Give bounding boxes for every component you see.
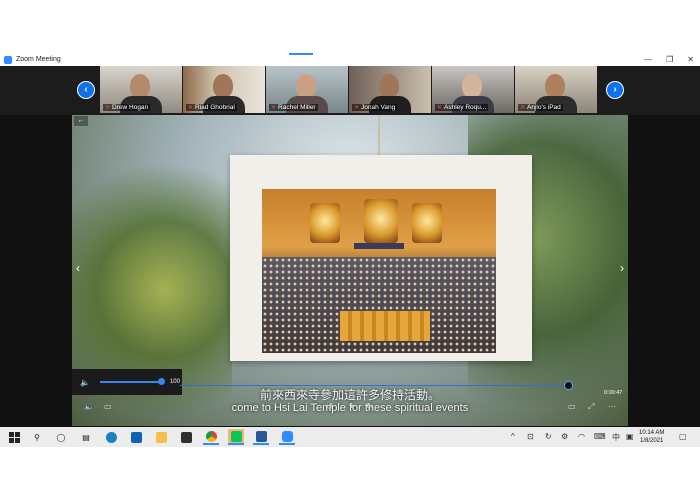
temple-banner	[354, 243, 404, 249]
skip-forward-icon[interactable]: ↻	[366, 402, 373, 411]
cortana-icon[interactable]: ◯	[53, 429, 69, 445]
participant-tile[interactable]: ✕ Rachel Miller	[266, 66, 348, 113]
mic-muted-icon: ✕	[105, 105, 111, 111]
participant-face	[296, 74, 316, 98]
keyboard-tray-icon[interactable]: ⌨	[594, 432, 606, 441]
volume-slider[interactable]	[99, 378, 165, 385]
task-view-icon[interactable]: ▤	[78, 429, 94, 445]
clock-date: 1/8/2021	[640, 438, 664, 444]
buddha-shrine-center	[364, 199, 398, 243]
participant-tile[interactable]: ✕ Riad Ghobrial	[183, 66, 265, 113]
monastics-row	[340, 311, 430, 341]
search-icon[interactable]: ⚲	[29, 429, 45, 445]
participant-name: Anjlo's iPad	[527, 104, 561, 111]
participant-name-label: ✕ Ashley Roqu...	[435, 104, 489, 111]
participant-face	[130, 74, 150, 98]
windows-taskbar: ⚲ ◯ ▤ ^ ⊡ ↻ ⚙ ◠ ⌨ 中 ▣ 10:14 AM 1/8/2021 …	[0, 427, 700, 447]
hanging-string	[378, 115, 380, 157]
buddha-shrine-left	[310, 203, 340, 243]
participant-name-label: ✕ Anjlo's iPad	[518, 104, 563, 111]
mail-icon[interactable]	[128, 429, 144, 445]
participant-gallery: ‹ ✕ Drew Hogan ✕ Riad Ghobrial ✕ Rachel Mil…	[0, 66, 700, 115]
participant-name: Rachel Miller	[278, 104, 316, 111]
fullscreen-icon[interactable]: ⤢	[588, 402, 594, 412]
volume-icon[interactable]: 🔈	[84, 402, 94, 411]
participant-face	[462, 74, 482, 98]
word-icon[interactable]	[253, 429, 269, 445]
chrome-icon[interactable]	[203, 429, 219, 445]
miniplayer-icon[interactable]: ▭	[568, 402, 576, 411]
participant-tile[interactable]: ✕ Ashley Roqu...	[432, 66, 514, 113]
ime-indicator[interactable]: 中	[612, 432, 620, 443]
participant-name-label: ✕ Rachel Miller	[269, 104, 318, 111]
mic-muted-icon: ✕	[520, 105, 526, 111]
player-controls: 🔈 ▭ ↺ ⏸ ↻ ▭ ⤢ ⋯	[72, 400, 628, 416]
progress-bar[interactable]	[180, 385, 572, 386]
participant-tile[interactable]: ✕ Anjlo's iPad	[515, 66, 597, 113]
close-button[interactable]: ✕	[687, 55, 694, 64]
photo-frame	[230, 155, 532, 361]
play-pause-icon[interactable]: ⏸	[350, 402, 354, 412]
mic-muted-icon: ✕	[271, 105, 277, 111]
window-title: Zoom Meeting	[16, 56, 61, 63]
skip-back-icon[interactable]: ↺	[326, 402, 333, 411]
notifications-icon[interactable]: ▢	[679, 432, 687, 441]
video-left-chevron-icon[interactable]: ‹	[76, 261, 80, 275]
title-accent-bar	[289, 53, 313, 55]
participant-name-label: ✕ Jonah Vang	[352, 104, 398, 111]
participant-name: Drew Hogan	[112, 104, 149, 111]
temple-photo	[262, 189, 496, 353]
gallery-next-button[interactable]: ›	[606, 81, 624, 99]
participant-face	[379, 74, 399, 98]
mic-muted-icon: ✕	[188, 105, 194, 111]
participant-name-label: ✕ Riad Ghobrial	[186, 104, 237, 111]
window-controls: — ❐ ✕	[644, 53, 694, 66]
buddha-shrine-right	[412, 203, 442, 243]
restore-button[interactable]: ❐	[666, 55, 673, 64]
sync-tray-icon[interactable]: ↻	[545, 432, 552, 441]
edge-icon[interactable]	[103, 429, 119, 445]
zoom-meeting-window: Zoom Meeting — ❐ ✕ ‹ ✕ Drew Hogan ✕ Riad G…	[0, 53, 700, 447]
volume-value: 100	[169, 379, 180, 385]
progress-knob[interactable]	[564, 381, 574, 390]
participant-name: Riad Ghobrial	[195, 104, 235, 111]
back-arrow-icon[interactable]: ←	[74, 116, 88, 126]
participant-face	[545, 74, 565, 98]
title-bar: Zoom Meeting — ❐ ✕	[0, 53, 700, 66]
participant-name: Jonah Vang	[361, 104, 396, 111]
speaker-icon[interactable]: 🔈	[80, 378, 90, 387]
participant-name: Ashley Roqu...	[444, 104, 487, 111]
captions-icon[interactable]: ▭	[104, 402, 112, 411]
gallery-prev-button[interactable]: ‹	[77, 81, 95, 99]
video-right-chevron-icon[interactable]: ›	[620, 261, 624, 275]
more-options-icon[interactable]: ⋯	[608, 402, 616, 411]
mic-muted-icon: ✕	[437, 105, 443, 111]
file-explorer-icon[interactable]	[153, 429, 169, 445]
zoom-logo-icon	[4, 55, 12, 64]
network-tray-icon[interactable]: ⊡	[527, 432, 534, 441]
volume-slider-knob[interactable]	[157, 378, 165, 385]
playback-time: 0:00:47	[604, 390, 623, 396]
taskbar-clock[interactable]: 10:14 AM 1/8/2021	[639, 429, 664, 445]
windows-start-icon[interactable]	[6, 429, 22, 445]
clock-time: 10:14 AM	[639, 430, 665, 436]
mic-muted-icon: ✕	[354, 105, 360, 111]
store-icon[interactable]	[178, 429, 194, 445]
wifi-tray-icon[interactable]: ◠	[578, 432, 585, 441]
settings-tray-icon[interactable]: ⚙	[561, 432, 568, 441]
participant-face	[213, 74, 233, 98]
ime-mode-icon[interactable]: ▣	[626, 432, 634, 441]
participant-tile[interactable]: ✕ Drew Hogan	[100, 66, 182, 113]
participant-tile[interactable]: ✕ Jonah Vang	[349, 66, 431, 113]
zoom-taskbar-icon[interactable]	[279, 429, 295, 445]
line-app-icon[interactable]	[228, 429, 244, 445]
tray-overflow-icon[interactable]: ^	[511, 432, 515, 441]
volume-popup: 🔈 100	[72, 369, 182, 395]
minimize-button[interactable]: —	[644, 55, 652, 64]
participant-name-label: ✕ Drew Hogan	[103, 104, 151, 111]
